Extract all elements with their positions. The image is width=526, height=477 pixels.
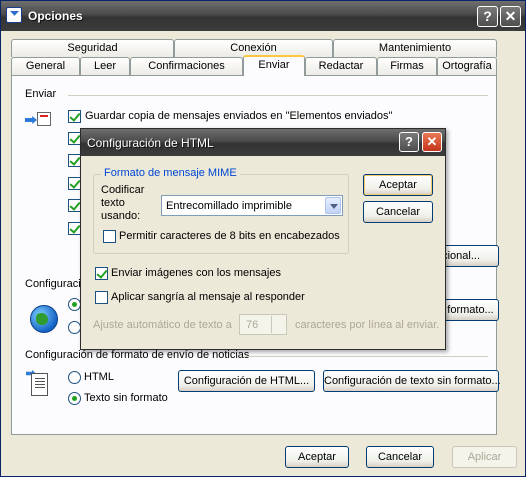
apply-button: Aplicar bbox=[452, 446, 517, 468]
save-copy-label: Guardar copia de mensajes enviados en "E… bbox=[85, 110, 393, 122]
tab-read[interactable]: Leer bbox=[80, 57, 130, 75]
spinner-icon bbox=[271, 316, 285, 333]
encode-label-line3: usando: bbox=[101, 210, 141, 222]
tab-receipts[interactable]: Confirmaciones bbox=[130, 57, 243, 75]
ok-button[interactable]: Aceptar bbox=[285, 446, 349, 468]
encoding-value: Entrecomillado imprimible bbox=[166, 200, 292, 212]
dropdown-arrow-icon[interactable] bbox=[325, 197, 341, 214]
indent-reply-checkbox[interactable] bbox=[95, 291, 108, 304]
wrap-suffix-label: caracteres por línea al enviar. bbox=[295, 319, 440, 331]
tab-compose[interactable]: Redactar bbox=[305, 57, 377, 75]
encode-label-line1: Codificar bbox=[101, 184, 145, 196]
indent-reply-label: Aplicar sangría al mensaje al responder bbox=[111, 291, 305, 303]
tab-maintenance[interactable]: Mantenimiento bbox=[333, 39, 497, 57]
news-plain-radio[interactable] bbox=[68, 392, 81, 405]
help-icon[interactable]: ? bbox=[477, 6, 498, 27]
close-icon[interactable]: ✕ bbox=[500, 6, 521, 27]
mail-send-icon bbox=[25, 110, 51, 130]
mail-format-settings-button[interactable]: formato... bbox=[442, 299, 499, 321]
encoding-select[interactable]: Entrecomillado imprimible bbox=[161, 195, 343, 216]
dialog-ok-button[interactable]: Aceptar bbox=[363, 174, 433, 196]
tab-general[interactable]: General bbox=[11, 57, 80, 75]
tab-send[interactable]: Enviar bbox=[243, 55, 305, 76]
dialog-titlebar[interactable]: Configuración de HTML ? ✕ bbox=[81, 129, 445, 156]
news-html-label: HTML bbox=[84, 371, 114, 383]
dialog-help-icon[interactable]: ? bbox=[399, 132, 419, 152]
globe-icon bbox=[30, 305, 58, 333]
wrap-prefix-label: Ajuste automático de texto a bbox=[93, 319, 232, 331]
window-titlebar[interactable]: Opciones ? ✕ bbox=[1, 1, 525, 31]
news-format-heading: Configuración de formato de envío de not… bbox=[25, 349, 250, 361]
cancel-button[interactable]: Cancelar bbox=[366, 446, 434, 468]
send-images-checkbox[interactable] bbox=[95, 267, 108, 280]
news-divider bbox=[244, 356, 488, 357]
news-html-settings-button[interactable]: Configuración de HTML... bbox=[178, 370, 315, 392]
save-copy-checkbox[interactable] bbox=[68, 110, 81, 123]
dialog-title: Configuración de HTML bbox=[87, 136, 214, 150]
allow-8bit-label: Permitir caracteres de 8 bits en encabez… bbox=[119, 230, 340, 242]
news-html-radio[interactable] bbox=[68, 371, 81, 384]
wrap-length-spinner: 76 bbox=[239, 314, 287, 335]
dialog-close-icon[interactable]: ✕ bbox=[422, 132, 442, 152]
mail-format-heading: Configuraci bbox=[25, 278, 81, 290]
window-title: Opciones bbox=[28, 9, 83, 23]
send-divider bbox=[68, 95, 488, 96]
mime-format-legend: Formato de mensaje MIME bbox=[101, 167, 240, 179]
html-settings-dialog: Configuración de HTML ? ✕ Formato de men… bbox=[80, 128, 446, 350]
dialog-cancel-button[interactable]: Cancelar bbox=[363, 201, 433, 223]
news-doc-icon bbox=[26, 370, 48, 396]
tab-signatures[interactable]: Firmas bbox=[377, 57, 437, 75]
allow-8bit-checkbox[interactable] bbox=[103, 230, 116, 243]
wrap-length-value: 76 bbox=[246, 319, 259, 331]
tab-security[interactable]: Seguridad bbox=[11, 39, 174, 57]
send-images-label: Enviar imágenes con los mensajes bbox=[111, 267, 281, 279]
news-plain-settings-button[interactable]: Configuración de texto sin formato... bbox=[323, 370, 501, 392]
news-plain-label: Texto sin formato bbox=[84, 392, 168, 404]
send-heading: Enviar bbox=[25, 88, 57, 100]
app-icon bbox=[6, 7, 22, 23]
encode-label-line2: texto bbox=[101, 197, 125, 209]
tab-spelling[interactable]: Ortografía bbox=[437, 57, 497, 75]
